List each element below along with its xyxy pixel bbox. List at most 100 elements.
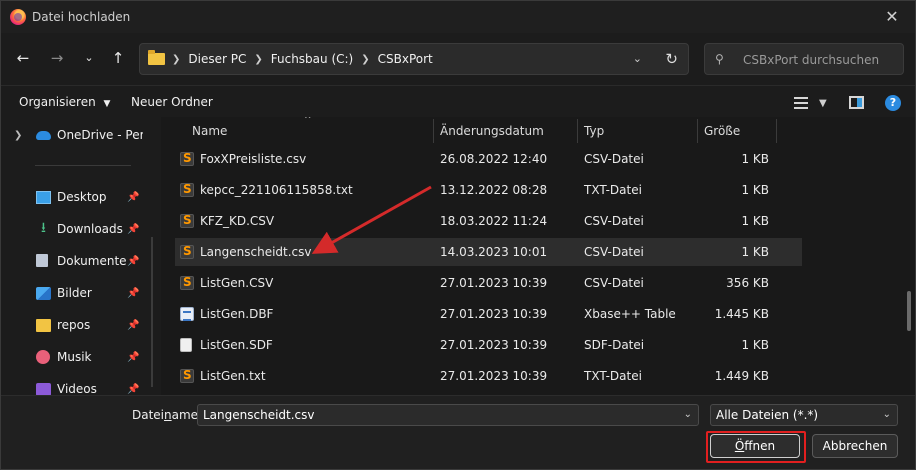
expand-chevron-icon[interactable]: ❯: [14, 130, 22, 141]
column-header-type[interactable]: Typ: [584, 117, 604, 145]
help-icon[interactable]: ?: [885, 95, 901, 111]
nav-item-documents[interactable]: Dokumente 📌: [1, 247, 151, 275]
command-bar: Organisieren ▼ Neuer Ordner ▼ ?: [1, 85, 915, 117]
cancel-button[interactable]: Abbrechen: [812, 434, 898, 458]
nav-item-downloads[interactable]: ⭳ Downloads 📌: [1, 215, 151, 243]
file-name: Langenscheidt.csv: [200, 245, 312, 259]
filename-label: Dateiname:: [132, 408, 202, 422]
file-row-selected[interactable]: Langenscheidt.csv 14.03.2023 10:01 CSV-D…: [175, 238, 802, 266]
file-row[interactable]: ListGen.txt 27.01.2023 10:39 TXT-Datei 1…: [175, 362, 802, 390]
file-row[interactable]: ListGen.CSV 27.01.2023 10:39 CSV-Datei 3…: [175, 269, 802, 297]
chevron-down-icon[interactable]: ⌄: [684, 409, 692, 420]
file-row[interactable]: FoxXPreisliste.csv 26.08.2022 12:40 CSV-…: [175, 145, 802, 173]
document-icon: [36, 254, 48, 267]
file-list-scrollbar[interactable]: [907, 291, 911, 331]
search-input[interactable]: ⚲ CSBxPort durchsuchen: [704, 43, 904, 75]
desktop-icon: [36, 191, 51, 204]
file-type: CSV-Datei: [584, 214, 644, 228]
cloud-icon: [36, 131, 51, 140]
column-separator[interactable]: [433, 119, 434, 143]
file-type: TXT-Datei: [584, 183, 642, 197]
view-options-chevron-icon[interactable]: ▼: [819, 98, 827, 109]
view-options-icon[interactable]: [794, 97, 808, 109]
open-label-accel: Ö: [734, 439, 745, 453]
file-date: 14.03.2023 10:01: [440, 245, 548, 259]
sublime-file-icon: [180, 244, 194, 259]
organize-menu-button[interactable]: Organisieren ▼: [19, 95, 110, 109]
breadcrumb-item-folder[interactable]: CSBxPort: [378, 52, 433, 66]
organize-label: Organisieren: [19, 95, 96, 109]
file-date: 27.01.2023 10:39: [440, 369, 548, 383]
pin-icon: 📌: [127, 383, 140, 395]
open-button[interactable]: Öffnen: [710, 434, 800, 458]
breadcrumb-item-this-pc[interactable]: Dieser PC: [188, 52, 246, 66]
navigation-pane: ❯ OneDrive - Perso Desktop 📌 ⭳ Downloads…: [1, 117, 161, 395]
back-arrow-icon[interactable]: ←: [12, 47, 34, 69]
pictures-icon: [36, 287, 51, 300]
file-date: 18.03.2022 11:24: [440, 214, 548, 228]
column-header-size[interactable]: Größe: [704, 117, 740, 145]
nav-item-desktop[interactable]: Desktop 📌: [1, 183, 151, 211]
file-name: ListGen.txt: [200, 369, 266, 383]
address-history-chevron-icon[interactable]: ⌄: [633, 52, 642, 65]
pin-icon: 📌: [127, 191, 140, 203]
breadcrumb-separator-icon[interactable]: ❯: [254, 54, 262, 65]
new-folder-button[interactable]: Neuer Ordner: [131, 95, 213, 109]
breadcrumb-separator-icon[interactable]: ❯: [361, 54, 369, 65]
nav-item-onedrive[interactable]: ❯ OneDrive - Perso: [1, 121, 151, 149]
refresh-icon[interactable]: ↻: [665, 50, 678, 68]
preview-pane-icon[interactable]: [849, 96, 864, 109]
pin-icon: 📌: [127, 287, 140, 299]
file-type: Xbase++ Table: [584, 307, 676, 321]
file-type: SDF-Datei: [584, 338, 645, 352]
file-date: 26.08.2022 12:40: [440, 152, 548, 166]
column-separator[interactable]: [577, 119, 578, 143]
up-arrow-icon[interactable]: ↑: [107, 47, 129, 69]
column-separator[interactable]: [776, 119, 777, 143]
nav-item-videos[interactable]: Videos 📌: [1, 375, 151, 395]
search-icon: ⚲: [715, 52, 724, 66]
close-icon[interactable]: ✕: [879, 5, 905, 29]
title-bar: Datei hochladen ✕: [1, 1, 915, 33]
pin-icon: 📌: [127, 223, 140, 235]
column-header-date[interactable]: Änderungsdatum: [440, 117, 544, 145]
open-label-rest: ffnen: [744, 439, 776, 453]
nav-item-music[interactable]: Musik 📌: [1, 343, 151, 371]
filename-label-part: Datei: [132, 408, 165, 422]
navigation-pane-scrollbar[interactable]: [151, 237, 153, 387]
chevron-down-icon[interactable]: ⌄: [883, 409, 891, 420]
breadcrumb-separator-icon: ❯: [172, 53, 181, 65]
sublime-file-icon: [180, 368, 194, 383]
file-date: 27.01.2023 10:39: [440, 307, 548, 321]
sublime-file-icon: [180, 182, 194, 197]
file-type: CSV-Datei: [584, 245, 644, 259]
video-icon: [36, 383, 51, 395]
file-name: kepcc_221106115858.txt: [200, 183, 353, 197]
nav-item-pictures[interactable]: Bilder 📌: [1, 279, 151, 307]
filename-field[interactable]: Langenscheidt.csv ⌄: [197, 404, 699, 426]
column-header-name[interactable]: Name: [192, 117, 227, 145]
file-name: ListGen.SDF: [200, 338, 273, 352]
column-separator[interactable]: [697, 119, 698, 143]
nav-item-label: OneDrive - Perso: [57, 128, 143, 142]
breadcrumb-item-drive[interactable]: Fuchsbau (C:): [271, 52, 353, 66]
nav-item-repos[interactable]: repos 📌: [1, 311, 151, 339]
file-type-filter-select[interactable]: Alle Dateien (*.*) ⌄: [710, 404, 898, 426]
file-date: 27.01.2023 10:39: [440, 338, 548, 352]
generic-file-icon: [180, 338, 192, 352]
file-size: 1 KB: [741, 183, 769, 197]
music-icon: [36, 350, 50, 364]
file-row[interactable]: KFZ_KD.CSV 18.03.2022 11:24 CSV-Datei 1 …: [175, 207, 802, 235]
address-bar[interactable]: ❯ Dieser PC ❯ Fuchsbau (C:) ❯ CSBxPort ⌄…: [139, 43, 689, 75]
file-upload-dialog: Datei hochladen ✕ ← → ⌄ ↑ ❯ Dieser PC ❯ …: [0, 0, 916, 470]
navigation-bar: ← → ⌄ ↑ ❯ Dieser PC ❯ Fuchsbau (C:) ❯ CS…: [1, 33, 915, 85]
filter-value: Alle Dateien (*.*): [716, 408, 819, 422]
dialog-footer: Dateiname: Langenscheidt.csv ⌄ Alle Date…: [1, 395, 915, 469]
recent-locations-chevron-icon[interactable]: ⌄: [78, 47, 100, 69]
forward-arrow-icon[interactable]: →: [46, 47, 68, 69]
file-row[interactable]: ListGen.DBF 27.01.2023 10:39 Xbase++ Tab…: [175, 300, 802, 328]
file-row[interactable]: ListGen.SDF 27.01.2023 10:39 SDF-Datei 1…: [175, 331, 802, 359]
window-title: Datei hochladen: [32, 10, 131, 24]
pin-icon: 📌: [127, 255, 140, 267]
file-row[interactable]: kepcc_221106115858.txt 13.12.2022 08:28 …: [175, 176, 802, 204]
